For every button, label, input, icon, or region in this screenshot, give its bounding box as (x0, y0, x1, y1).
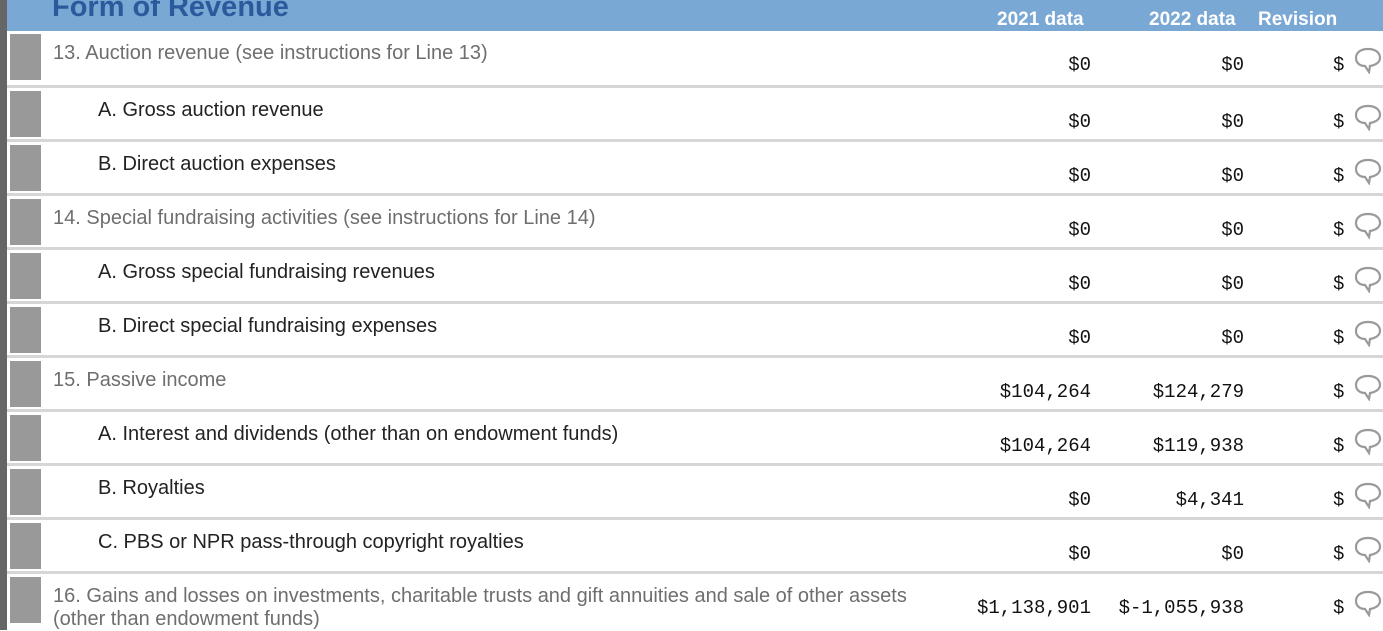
value-2022: $0 (1221, 327, 1244, 349)
comment-bubble-icon[interactable] (1353, 373, 1383, 401)
revenue-rows: 13. Auction revenue (see instructions fo… (7, 31, 1383, 630)
column-header-2021: 2021 data (997, 9, 1084, 30)
comment-bubble-icon[interactable] (1353, 211, 1383, 239)
comment-bubble-icon[interactable] (1353, 427, 1383, 455)
revision-input[interactable]: $ (1333, 54, 1344, 76)
row-handle[interactable] (10, 91, 41, 137)
comment-bubble-icon[interactable] (1353, 265, 1383, 293)
comment-bubble-icon[interactable] (1353, 319, 1383, 347)
row-handle[interactable] (10, 577, 41, 623)
row-handle[interactable] (10, 415, 41, 461)
row-label: B. Direct special fundraising expenses (98, 315, 438, 337)
column-header-2022: 2022 data (1149, 9, 1236, 30)
comment-bubble-icon[interactable] (1353, 481, 1383, 509)
row-handle[interactable] (10, 469, 41, 515)
value-2021: $104,264 (999, 435, 1091, 457)
row-label: B. Royalties (98, 477, 205, 499)
table-row: 16. Gains and losses on investments, cha… (7, 571, 1383, 630)
value-2021: $0 (1068, 327, 1091, 349)
value-2022: $0 (1221, 54, 1244, 76)
revision-input[interactable]: $ (1333, 381, 1344, 403)
value-2021: $1,138,901 (976, 597, 1091, 619)
value-2021: $0 (1068, 111, 1091, 133)
table-row: 15. Passive income $104,264 $124,279 $ (7, 355, 1383, 409)
row-handle[interactable] (10, 145, 41, 191)
table-row: A. Interest and dividends (other than on… (7, 409, 1383, 463)
table-row: B. Royalties $0 $4,341 $ (7, 463, 1383, 517)
revision-input[interactable]: $ (1333, 165, 1344, 187)
left-strip (0, 0, 7, 630)
revision-input[interactable]: $ (1333, 219, 1344, 241)
row-handle[interactable] (10, 307, 41, 353)
value-2021: $0 (1068, 54, 1091, 76)
table-row: B. Direct special fundraising expenses $… (7, 301, 1383, 355)
row-label: C. PBS or NPR pass-through copyright roy… (98, 531, 524, 553)
table-row: 14. Special fundraising activities (see … (7, 193, 1383, 247)
table-row: A. Gross special fundraising revenues $0… (7, 247, 1383, 301)
section-title: Form of Revenue (52, 0, 289, 23)
value-2021: $0 (1068, 543, 1091, 565)
row-label: 15. Passive income (53, 369, 227, 391)
value-2022: $0 (1221, 111, 1244, 133)
comment-bubble-icon[interactable] (1353, 46, 1383, 74)
row-handle[interactable] (10, 523, 41, 569)
revision-input[interactable]: $ (1333, 327, 1344, 349)
revision-input[interactable]: $ (1333, 111, 1344, 133)
value-2021: $0 (1068, 489, 1091, 511)
row-handle[interactable] (10, 361, 41, 407)
row-label: 14. Special fundraising activities (see … (53, 207, 596, 229)
value-2022: $4,341 (1175, 489, 1244, 511)
row-label: 16. Gains and losses on investments, cha… (53, 585, 907, 630)
value-2022: $0 (1221, 165, 1244, 187)
value-2022: $0 (1221, 219, 1244, 241)
comment-bubble-icon[interactable] (1353, 103, 1383, 131)
row-label: A. Gross special fundraising revenues (98, 261, 435, 283)
revision-input[interactable]: $ (1333, 543, 1344, 565)
value-2022: $-1,055,938 (1118, 597, 1244, 619)
value-2022: $119,938 (1152, 435, 1244, 457)
row-label: A. Gross auction revenue (98, 99, 324, 121)
revision-input[interactable]: $ (1333, 273, 1344, 295)
row-handle[interactable] (10, 253, 41, 299)
row-label: A. Interest and dividends (other than on… (98, 423, 619, 445)
revision-input[interactable]: $ (1333, 435, 1344, 457)
row-handle[interactable] (10, 199, 41, 245)
table-row: A. Gross auction revenue $0 $0 $ (7, 85, 1383, 139)
value-2022: $0 (1221, 273, 1244, 295)
value-2021: $104,264 (999, 381, 1091, 403)
section-header: Form of Revenue 2021 data 2022 data Revi… (7, 0, 1383, 31)
table-row: 13. Auction revenue (see instructions fo… (7, 31, 1383, 85)
row-label: B. Direct auction expenses (98, 153, 336, 175)
table-row: C. PBS or NPR pass-through copyright roy… (7, 517, 1383, 571)
value-2021: $0 (1068, 219, 1091, 241)
comment-bubble-icon[interactable] (1353, 157, 1383, 185)
value-2021: $0 (1068, 165, 1091, 187)
comment-bubble-icon[interactable] (1353, 589, 1383, 617)
revision-input[interactable]: $ (1333, 597, 1344, 619)
value-2021: $0 (1068, 273, 1091, 295)
comment-bubble-icon[interactable] (1353, 535, 1383, 563)
revision-input[interactable]: $ (1333, 489, 1344, 511)
value-2022: $0 (1221, 543, 1244, 565)
value-2022: $124,279 (1152, 381, 1244, 403)
row-handle[interactable] (10, 34, 41, 80)
column-header-revision: Revision (1258, 9, 1338, 30)
table-row: B. Direct auction expenses $0 $0 $ (7, 139, 1383, 193)
row-label: 13. Auction revenue (see instructions fo… (53, 42, 488, 64)
